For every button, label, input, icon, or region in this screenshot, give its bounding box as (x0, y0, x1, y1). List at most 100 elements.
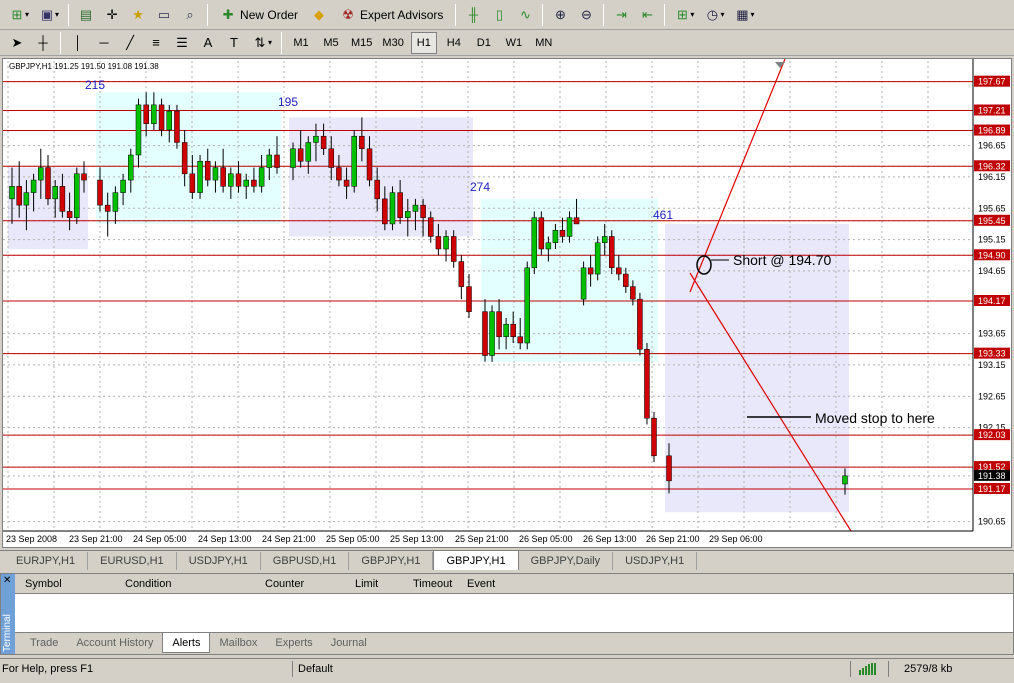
equidistant-channel-tool[interactable]: ≡ (145, 32, 167, 54)
zoom-in-button[interactable]: ⊕ (549, 4, 571, 26)
crosshair-tool[interactable]: ┼ (32, 32, 54, 54)
close-icon[interactable]: ✕ (3, 576, 13, 586)
timeframe-h4[interactable]: H4 (441, 32, 467, 54)
chart-tab[interactable]: EURUSD,H1 (88, 552, 177, 570)
chart-tab[interactable]: USDJPY,H1 (613, 552, 698, 570)
new-order-button[interactable]: ✚ New Order (214, 4, 304, 26)
chart-tab[interactable]: GBPUSD,H1 (261, 552, 350, 570)
arrows-tool[interactable]: ⇅ ▾ (249, 32, 275, 54)
fibonacci-tool[interactable]: ☰ (171, 32, 193, 54)
time-label: 24 Sep 13:00 (198, 534, 252, 544)
drawing-toolbar: ➤ ┼ │ ─ ╱ ≡ ☰ A T ⇅ ▾ M1 M5 M15 M30 H1 H4… (0, 30, 1014, 56)
candle-body (228, 173, 234, 187)
profiles-button[interactable]: ▣ ▾ (36, 4, 62, 26)
candle-body (251, 179, 257, 187)
timeframe-mn[interactable]: MN (531, 32, 557, 54)
timeframe-h1[interactable]: H1 (410, 31, 437, 54)
time-label: 25 Sep 21:00 (455, 534, 509, 544)
auto-scroll-button[interactable]: ⇥ (610, 4, 632, 26)
terminal-side-bar: ✕ Terminal (1, 574, 15, 654)
timeframe-w1[interactable]: W1 (501, 32, 527, 54)
timeframe-d1[interactable]: D1 (471, 32, 497, 54)
main-toolbar: ⊞ ▾ ▣ ▾ ▤ ✛ ★ ▭ ⌕ ✚ New Order ◆ ☢ Expert Adv… (0, 0, 1014, 30)
timeframe-m1[interactable]: M1 (288, 32, 314, 54)
chart-tab-active[interactable]: GBPJPY,H1 (433, 550, 519, 570)
line-chart-button[interactable]: ∿ (514, 4, 536, 26)
tab-journal[interactable]: Journal (322, 633, 376, 653)
tab-mailbox[interactable]: Mailbox (210, 633, 266, 653)
expert-advisors-button[interactable]: ☢ Expert Advisors (334, 4, 449, 26)
candle-body (212, 167, 219, 181)
candle-body (573, 217, 580, 225)
chart-tab[interactable]: USDJPY,H1 (177, 552, 261, 570)
column-limit[interactable]: Limit (355, 574, 378, 594)
periods-button[interactable]: ◷ ▾ (701, 4, 727, 26)
meta-editor-button[interactable]: ◆ (308, 4, 330, 26)
zoom-in-icon: ⊕ (554, 6, 566, 22)
candle-body (545, 242, 552, 250)
chart-tab[interactable]: EURJPY,H1 (4, 552, 89, 570)
chart-tab[interactable]: GBPJPY,H1 (349, 552, 434, 570)
column-counter[interactable]: Counter (265, 574, 304, 594)
text-icon: A (203, 34, 213, 50)
chart-tab[interactable]: GBPJPY,Daily (519, 552, 614, 570)
terminal-button[interactable]: ▭ (153, 4, 175, 26)
timeframe-m15[interactable]: M15 (348, 32, 375, 54)
candle-body (366, 148, 373, 181)
candle-body (609, 236, 615, 269)
candle-body (637, 298, 643, 350)
zoom-out-button[interactable]: ⊖ (575, 4, 597, 26)
column-timeout[interactable]: Timeout (413, 574, 452, 594)
vertical-line-tool[interactable]: │ (67, 32, 89, 54)
chart-tab-bar: EURJPY,H1 EURUSD,H1 USDJPY,H1 GBPUSD,H1 … (0, 550, 1014, 570)
horizontal-line-tool[interactable]: ─ (93, 32, 115, 54)
session-box (96, 92, 281, 224)
chart-shift-button[interactable]: ⇤ (636, 4, 658, 26)
strategy-tester-button[interactable]: ⌕ (179, 4, 201, 26)
candle-body (616, 267, 622, 275)
column-condition[interactable]: Condition (125, 574, 171, 594)
candle-body (328, 148, 335, 168)
auto-scroll-icon: ⇥ (615, 6, 627, 22)
column-symbol[interactable]: Symbol (25, 574, 62, 594)
status-profile: Default (298, 663, 333, 675)
candle-body (666, 455, 672, 482)
templates-button[interactable]: ▦ ▾ (731, 4, 757, 26)
candle-body (412, 204, 419, 212)
candle-body (266, 154, 273, 168)
tab-experts[interactable]: Experts (266, 633, 321, 653)
text-tool[interactable]: A (197, 32, 219, 54)
candle-body (305, 142, 312, 162)
tab-trade[interactable]: Trade (21, 633, 67, 653)
timeframe-m5[interactable]: M5 (318, 32, 344, 54)
tab-account-history[interactable]: Account History (67, 633, 162, 653)
candle-body (81, 173, 87, 181)
indicators-button[interactable]: ⊞ ▾ (671, 4, 697, 26)
column-event[interactable]: Event (467, 574, 495, 594)
price-chart[interactable]: Short @ 194.70 Moved stop to here 215 195 27… (3, 59, 1011, 547)
text-label-tool[interactable]: T (223, 32, 245, 54)
box-label: 215 (85, 78, 105, 92)
candle-body (128, 154, 134, 181)
candlestick-button[interactable]: ▯ (488, 4, 510, 26)
navigator-button[interactable]: ★ (127, 4, 149, 26)
candle-body (580, 267, 587, 300)
tab-alerts[interactable]: Alerts (162, 633, 211, 653)
line-chart-icon: ∿ (519, 6, 531, 22)
market-watch-button[interactable]: ▤ (75, 4, 97, 26)
candle-body (120, 179, 126, 193)
candle-body (166, 110, 173, 131)
bar-chart-button[interactable]: ╫ (462, 4, 484, 26)
candle-body (559, 229, 566, 237)
timeframe-m30[interactable]: M30 (379, 32, 406, 54)
cursor-tool[interactable]: ➤ (6, 32, 28, 54)
new-chart-button[interactable]: ⊞ ▾ (6, 4, 32, 26)
trendline-tool[interactable]: ╱ (119, 32, 141, 54)
chart-window[interactable]: Short @ 194.70 Moved stop to here 215 195 27… (2, 58, 1012, 548)
candle-body (466, 286, 472, 312)
price-label: 192.03 (978, 430, 1006, 440)
price-label: 190.65 (978, 517, 1006, 527)
market-watch-icon: ▤ (79, 6, 93, 22)
data-window-button[interactable]: ✛ (101, 4, 123, 26)
candle-body (524, 267, 530, 344)
